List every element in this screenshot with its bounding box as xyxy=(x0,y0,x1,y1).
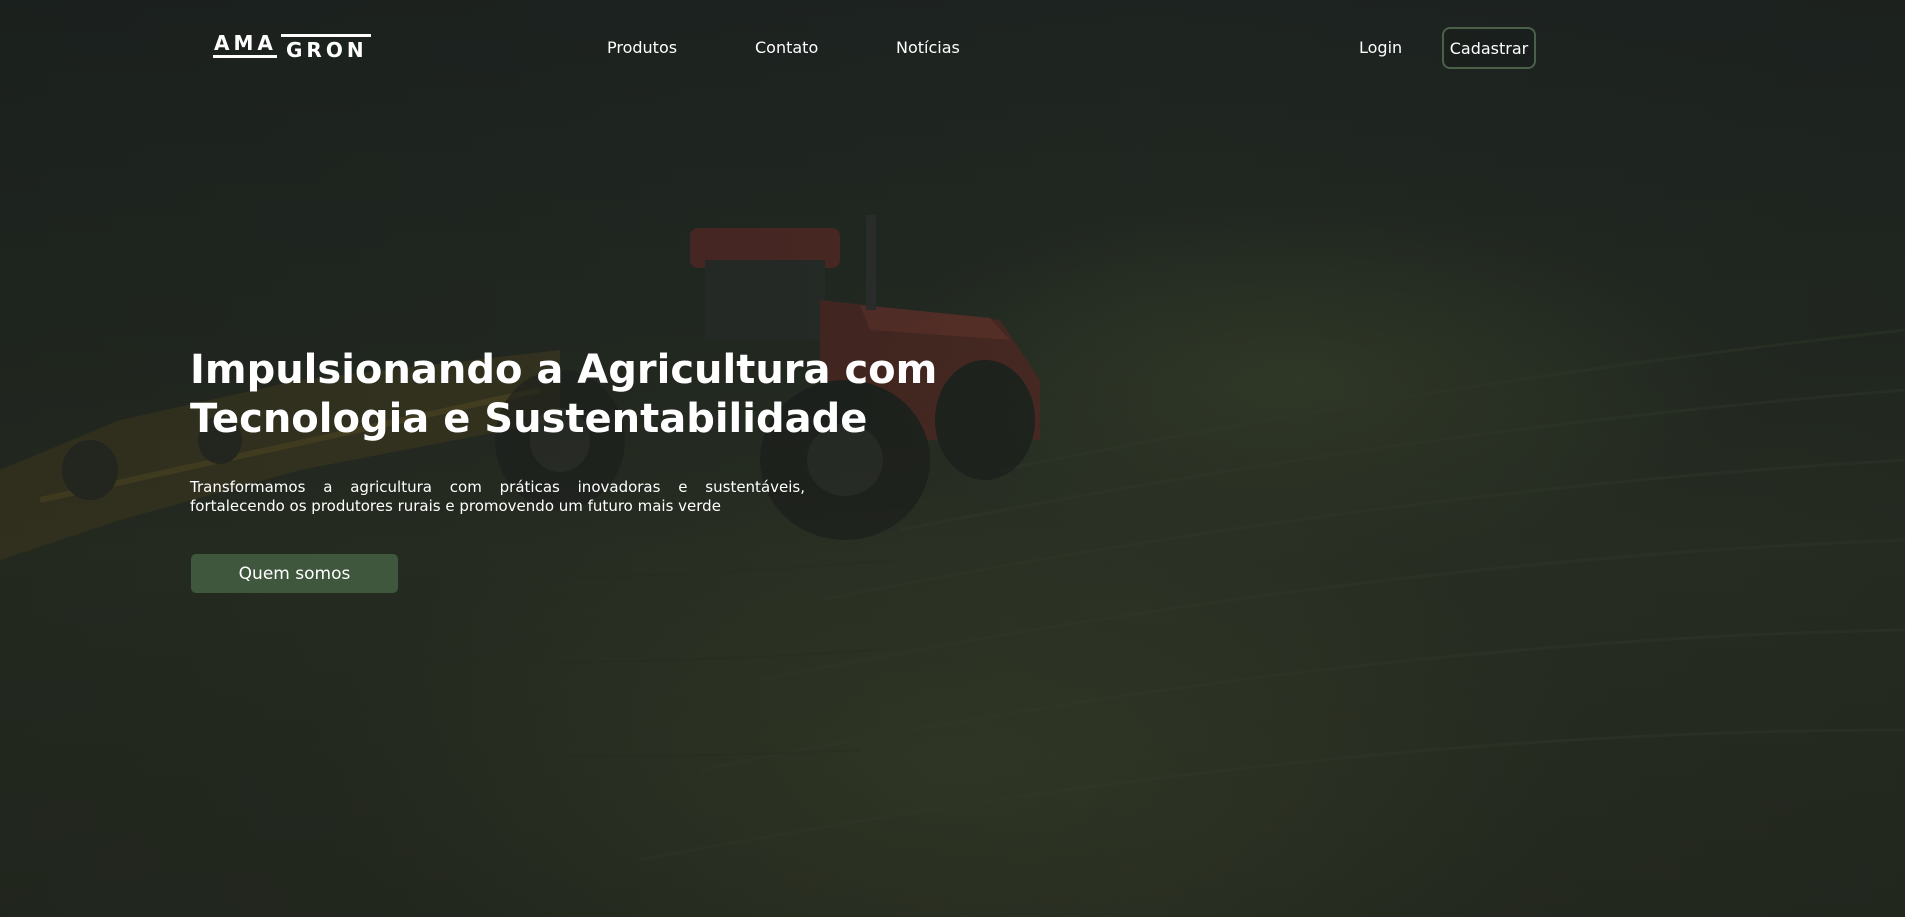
site-header: AMA GRON Produtos Contato Notícias Login… xyxy=(0,0,1905,96)
logo-overline xyxy=(281,34,371,37)
signup-button[interactable]: Cadastrar xyxy=(1442,27,1536,69)
hero-title-line-1: Impulsionando a Agricultura com xyxy=(190,347,938,393)
dark-overlay xyxy=(0,0,1905,917)
hero-subtitle: Transformamos a agricultura com práticas… xyxy=(190,478,805,515)
logo-text-right: GRON xyxy=(286,38,368,62)
hero-title-line-2: Tecnologia e Sustentabilidade xyxy=(190,396,868,442)
about-us-button[interactable]: Quem somos xyxy=(191,554,398,593)
nav-link-produtos[interactable]: Produtos xyxy=(607,38,677,57)
amagron-logo[interactable]: AMA GRON xyxy=(213,30,371,64)
logo-underline xyxy=(213,55,277,58)
logo-text-left: AMA xyxy=(214,31,277,55)
hero-title: Impulsionando a Agricultura com Tecnologi… xyxy=(190,346,950,444)
nav-link-contato[interactable]: Contato xyxy=(755,38,818,57)
login-link[interactable]: Login xyxy=(1359,38,1402,57)
nav-link-noticias[interactable]: Notícias xyxy=(896,38,960,57)
